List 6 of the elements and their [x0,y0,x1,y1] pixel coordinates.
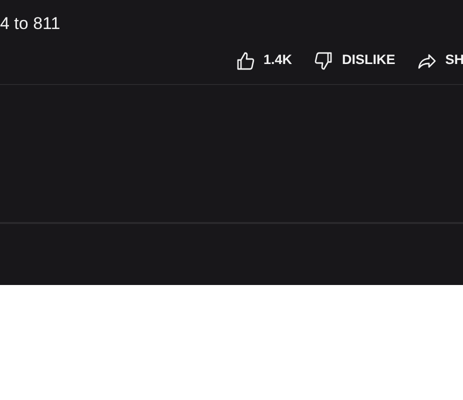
video-title: 4 to 811 [0,13,62,34]
like-button[interactable]: 1.4K [235,50,292,71]
thumbs-down-icon [314,50,334,70]
thumbs-up-icon [235,50,256,70]
share-button[interactable]: SH [417,50,463,71]
dislike-button[interactable]: DISLIKE [314,50,396,71]
